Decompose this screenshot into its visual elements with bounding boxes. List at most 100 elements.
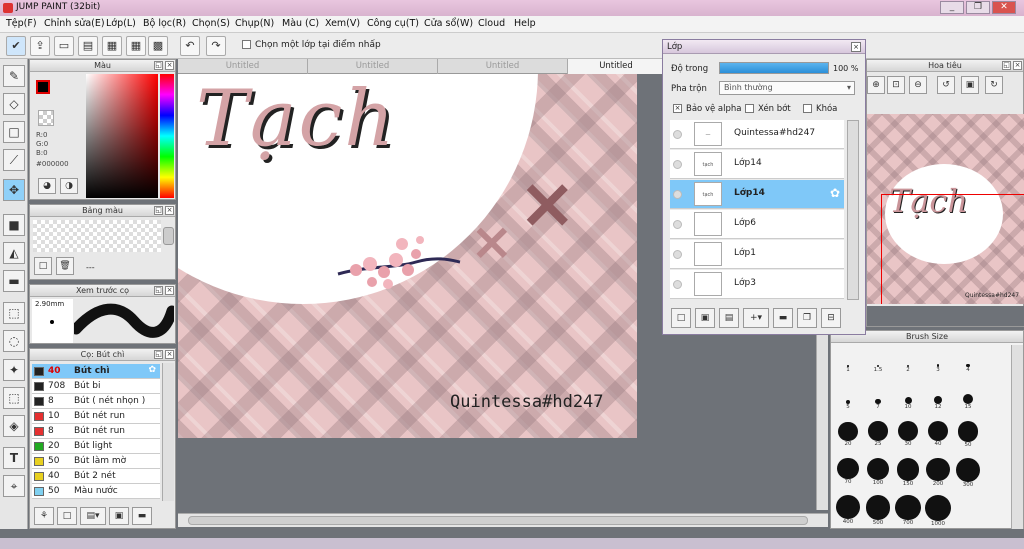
brush-size-option[interactable]: 4 [953,347,983,379]
export-icon[interactable]: ⇪ [30,36,50,56]
brush-list-scrollbar[interactable] [162,363,174,501]
layer-settings-icon[interactable]: ⊟ [821,308,841,328]
panel-float-icon[interactable]: ◱ [154,350,163,359]
checkbox-box[interactable]: × [673,104,682,113]
panel-float-icon[interactable]: ◱ [1002,61,1011,70]
palette-icon[interactable]: ◕ [38,178,56,194]
brush-size-option[interactable]: 7 [863,384,893,416]
visibility-toggle-icon[interactable] [673,160,682,169]
panel-close-icon[interactable]: × [165,61,174,70]
panel-float-icon[interactable]: ◱ [154,61,163,70]
panel-close-icon[interactable]: × [165,350,174,359]
zoom-out-icon[interactable]: ⊖ [909,76,927,94]
move-tool-icon[interactable]: ✥ [3,179,25,201]
layer-row[interactable]: tạch Lớp14 [670,150,844,179]
brush-size-option[interactable]: 1 [833,347,863,379]
rotate-right-icon[interactable]: ↻ [985,76,1003,94]
new-layer-settings-icon[interactable]: ▣ [695,308,715,328]
comment-icon[interactable]: ▭ [54,36,74,56]
page-icon[interactable]: ▦ [102,36,122,56]
brush-size-option[interactable]: 700 [893,495,923,527]
layer-row[interactable]: Lớp6 [670,210,844,239]
gradient-tool-icon[interactable]: ▬ [3,270,25,292]
brush-size-option[interactable]: 30 [893,421,923,453]
brush-size-option[interactable]: 15 [953,384,983,416]
panel-close-icon[interactable]: × [165,286,174,295]
new-layer-icon[interactable]: □ [671,308,691,328]
lasso-tool-icon[interactable]: ◌ [3,330,25,352]
brush-size-option[interactable]: 5 [833,384,863,416]
transparent-swatch[interactable] [38,110,54,126]
protect-alpha-checkbox[interactable]: × Bảo vệ alpha [673,104,741,114]
rectangle-select-icon[interactable]: □ [3,121,25,143]
pen-tool-icon[interactable]: ✎ [3,65,25,87]
menu-cloud[interactable]: Cloud [478,18,505,29]
brush-size-option[interactable]: 2 [893,347,923,379]
zoom-in-icon[interactable]: ⊕ [867,76,885,94]
panel-float-icon[interactable]: ◱ [154,286,163,295]
brush-list-item[interactable]: 8 Bút nét run [32,424,160,439]
gear-icon[interactable]: ✿ [830,186,840,200]
delete-palette-icon[interactable]: 🗑 [56,257,74,275]
menu-select[interactable]: Chọn(S) [192,18,230,29]
visibility-toggle-icon[interactable] [673,220,682,229]
select-pen-icon[interactable]: ⬚ [3,387,25,409]
brush-list-item[interactable]: 20 Bút light [32,439,160,454]
menu-filter[interactable]: Bộ lọc(R) [143,18,186,29]
brush-list-item[interactable]: 10 Bút nét run [32,409,160,424]
line-tool-icon[interactable]: ⟋ [3,149,25,171]
brush-folder-icon[interactable]: ▬ [132,507,152,525]
brush-size-option[interactable]: 70 [833,458,863,490]
menu-window[interactable]: Cửa sổ(W) [424,18,473,29]
clip-checkbox[interactable]: Xén bớt [745,104,791,114]
table-icon[interactable]: ▦ [126,36,146,56]
magic-wand-icon[interactable]: ✦ [3,359,25,381]
brush-size-option[interactable]: 25 [863,421,893,453]
cloud-icon[interactable]: ✔ [6,36,26,56]
panel-float-icon[interactable]: ◱ [154,206,163,215]
brush-size-option[interactable]: 100 [863,458,893,490]
brush-list-item[interactable]: 50 Bút làm mờ [32,454,160,469]
minimize-button[interactable]: _ [940,1,964,14]
brush-size-option[interactable]: 150 [893,458,923,490]
menu-color[interactable]: Màu (C) [282,18,319,29]
eraser-tool-icon[interactable]: ◇ [3,93,25,115]
undo-icon[interactable]: ↶ [180,36,200,56]
artwork-canvas[interactable]: Tạch × × Quintessa#hd247 [178,74,637,438]
brush-menu-icon[interactable]: ▤▾ [80,507,106,525]
brush-list-item[interactable]: 40 Bút chì ✿ [32,364,160,379]
brush-size-option[interactable]: 1000 [923,495,953,527]
scroll-thumb[interactable] [188,516,808,525]
brush-list-item[interactable]: 8 Bút ( nét nhọn ) [32,394,160,409]
menu-view[interactable]: Xem(V) [325,18,360,29]
primary-color-swatch[interactable] [36,80,50,94]
close-button[interactable]: ✕ [992,1,1016,14]
lock-checkbox[interactable]: Khóa [803,104,837,114]
brush-list-item[interactable]: 708 Bút bi [32,379,160,394]
brush-size-option[interactable]: 12 [923,384,953,416]
brush-size-option[interactable]: 50 [953,421,983,453]
brush-size-option[interactable]: 200 [923,458,953,490]
brush-size-option[interactable]: 500 [863,495,893,527]
document-icon[interactable]: ▤ [78,36,98,56]
canvas-tab[interactable]: Untitled [438,59,568,74]
eyedropper-tool-icon[interactable]: ⌖ [3,475,25,497]
hue-slider[interactable] [160,74,174,198]
checkbox-box[interactable] [242,40,251,49]
menu-capture[interactable]: Chụp(N) [235,18,274,29]
layer-row[interactable]: Lớp3 [670,270,844,299]
fit-icon[interactable]: ⊡ [887,76,905,94]
new-palette-icon[interactable]: □ [34,257,52,275]
brush-size-option[interactable]: 1.5 [863,347,893,379]
brush-size-option[interactable]: 40 [923,421,953,453]
duplicate-layer-icon[interactable]: ▤ [719,308,739,328]
menu-file[interactable]: Tệp(F) [6,18,37,29]
checkbox-box[interactable] [745,104,754,113]
palette-scrollbar[interactable] [163,227,174,245]
add-layer-menu-icon[interactable]: +▾ [743,308,769,328]
panel-close-icon[interactable]: × [165,206,174,215]
select-layer-checkbox[interactable]: Chọn một lớp tại điểm nhấp [242,40,381,50]
layer-row[interactable]: Lớp1 [670,240,844,269]
checkbox-box[interactable] [803,104,812,113]
brush-tree-icon[interactable]: ⚘ [34,507,54,525]
